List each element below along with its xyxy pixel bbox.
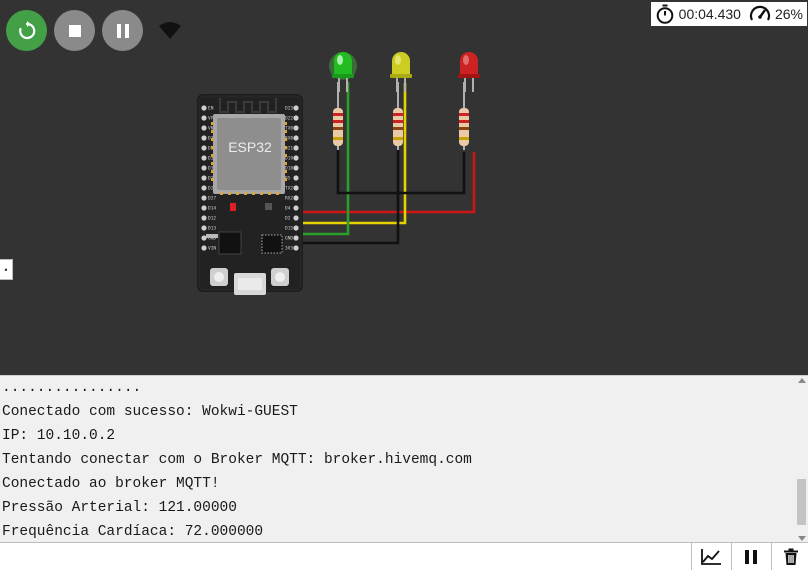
chart-icon	[700, 548, 721, 565]
resistor-1	[333, 82, 343, 150]
serial-line: Frequência Cardíaca: 72.000000	[2, 524, 264, 540]
serial-output: ................ Conectado com sucesso: W…	[2, 378, 794, 542]
serial-line: Tentando conectar com o Broker MQTT: bro…	[2, 452, 472, 468]
scroll-thumb[interactable]	[797, 479, 806, 525]
trash-icon	[783, 548, 798, 565]
serial-scrollbar[interactable]	[795, 376, 808, 542]
serial-line: Conectado ao broker MQTT!	[2, 476, 220, 492]
resistor-2	[393, 82, 403, 150]
wire-red	[298, 152, 476, 214]
pin-label: VIN	[208, 246, 216, 252]
circuit-diagram: ENVPVND34D35D32D33D25D26D27D14D12D13GNDV…	[197, 52, 480, 295]
wire-yellow	[298, 83, 407, 225]
pin-label: D14	[208, 206, 216, 212]
pin-label: D4	[285, 206, 291, 212]
pin-label: TX2	[285, 186, 293, 192]
scroll-up-arrow-icon[interactable]	[798, 378, 806, 383]
pin-label: 3V3	[285, 246, 293, 252]
simulation-canvas[interactable]: 00:04.430 26% • EN VP VN D32 D33 D26 D27…	[0, 0, 808, 375]
led-green	[329, 52, 357, 92]
serial-line: Pressão Arterial: 121.00000	[2, 500, 237, 516]
resistor-3	[459, 82, 469, 150]
pin-label: EN	[208, 106, 214, 112]
pin-label: D27	[208, 196, 216, 202]
pin-label: D12	[208, 216, 216, 222]
wire-gnd-bus	[336, 150, 466, 195]
pin-label: D2	[285, 216, 291, 222]
serial-monitor[interactable]: ................ Conectado com sucesso: W…	[0, 375, 808, 542]
serial-line: Conectado com sucesso: Wokwi-GUEST	[2, 404, 298, 420]
serial-toolbar	[0, 542, 808, 570]
pin-label: GND	[285, 236, 293, 242]
led-yellow	[390, 52, 412, 92]
scroll-down-arrow-icon[interactable]	[798, 536, 806, 541]
serial-line: IP: 10.10.0.2	[2, 428, 116, 444]
wires	[298, 82, 476, 245]
esp32-chip-label: ESP32	[228, 139, 272, 155]
serial-input[interactable]	[0, 543, 690, 570]
pin-label: D15	[285, 226, 293, 232]
clear-button[interactable]	[771, 543, 808, 570]
led-red	[458, 52, 480, 92]
pin-label: D13	[208, 226, 216, 232]
esp32-board: ENVPVND34D35D32D33D25D26D27D14D12D13GNDV…	[197, 94, 303, 295]
pin-label: D23	[285, 106, 293, 112]
pause-icon	[744, 549, 757, 564]
pin-label: VP	[208, 116, 214, 122]
pin-label: D22	[285, 116, 293, 122]
pin-label: RX2	[285, 196, 293, 202]
serial-pause-button[interactable]	[731, 543, 769, 570]
plotter-button[interactable]	[691, 543, 729, 570]
serial-line: ................	[2, 380, 142, 396]
